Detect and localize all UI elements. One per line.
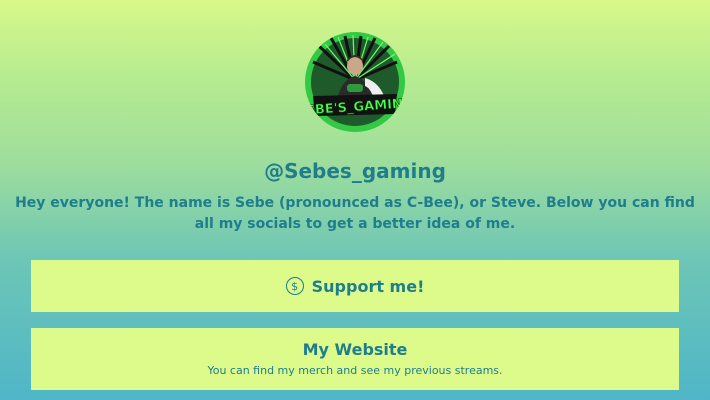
my-website-label: My Website bbox=[302, 340, 408, 359]
profile-handle: @Sebes_gaming bbox=[264, 159, 446, 183]
gaming-logo-icon: SEBE'S_GAMING bbox=[305, 32, 405, 132]
my-website-button[interactable]: My Website You can find my merch and see… bbox=[31, 328, 679, 390]
support-me-button[interactable]: $ Support me! bbox=[31, 260, 679, 312]
my-website-description: You can find my merch and see my previou… bbox=[207, 364, 503, 377]
avatar: SEBE'S_GAMING bbox=[305, 32, 405, 132]
dollar-circle-icon: $ bbox=[285, 277, 304, 295]
profile-bio: Hey everyone! The name is Sebe (pronounc… bbox=[15, 195, 695, 232]
profile-page: SEBE'S_GAMING @Sebes_gaming Hey everyone… bbox=[0, 0, 710, 400]
support-me-label: Support me! bbox=[311, 276, 425, 296]
